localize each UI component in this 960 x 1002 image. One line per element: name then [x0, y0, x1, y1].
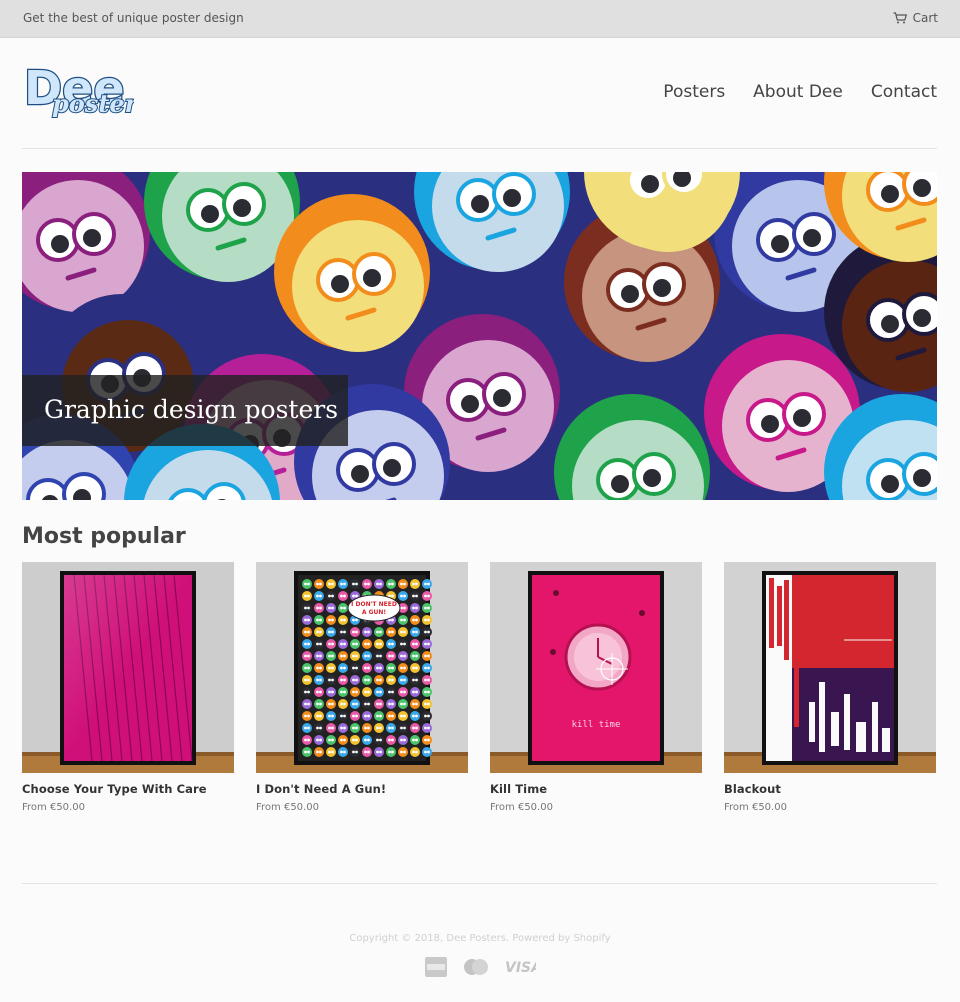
- master-card-icon: [462, 958, 490, 976]
- product-card[interactable]: I DON'T NEED A GUN! I Don't Need A Gun! …: [256, 562, 468, 813]
- announcement-bar: Get the best of unique poster design Car…: [0, 0, 960, 38]
- product-image[interactable]: I DON'T NEED A GUN!: [256, 562, 468, 773]
- footer-divider: [22, 883, 937, 884]
- product-price: From €50.00: [256, 802, 319, 813]
- product-grid: Choose Your Type With Care From €50.00 I…: [22, 562, 937, 822]
- section-title: Most popular: [22, 524, 186, 549]
- svg-text:kill time: kill time: [572, 720, 621, 730]
- product-title[interactable]: Blackout: [724, 782, 936, 796]
- nav-about-dee[interactable]: About Dee: [753, 82, 843, 102]
- hero-caption: Graphic design posters: [44, 395, 339, 424]
- product-card[interactable]: Choose Your Type With Care From €50.00: [22, 562, 234, 813]
- product-price: From €50.00: [490, 802, 553, 813]
- payment-icons: VISA: [0, 956, 960, 978]
- product-image[interactable]: kill time: [490, 562, 702, 773]
- svg-text:A GUN!: A GUN!: [362, 609, 386, 616]
- product-title[interactable]: I Don't Need A Gun!: [256, 782, 468, 796]
- american-express-icon: [424, 956, 448, 978]
- svg-text:VISA: VISA: [505, 960, 536, 975]
- announcement-message: Get the best of unique poster design: [23, 11, 244, 25]
- visa-icon: VISA: [504, 959, 536, 975]
- hero-banner[interactable]: Graphic design posters: [22, 172, 937, 500]
- cart-label: Cart: [912, 11, 938, 25]
- nav-posters[interactable]: Posters: [663, 82, 725, 102]
- cart-link[interactable]: Cart: [893, 11, 938, 25]
- logo-text-posters: posters: [52, 89, 134, 118]
- product-title[interactable]: Choose Your Type With Care: [22, 782, 234, 796]
- header-divider: [22, 148, 937, 149]
- hero-caption-box: Graphic design posters: [22, 375, 348, 446]
- product-image[interactable]: [22, 562, 234, 773]
- hero-faces-illustration: [22, 172, 937, 500]
- cart-icon: [893, 12, 907, 24]
- copyright-text: Copyright © 2018, Dee Posters. Powered b…: [349, 933, 611, 944]
- product-price: From €50.00: [724, 802, 787, 813]
- product-card[interactable]: kill time Kill Time From €50.00: [490, 562, 702, 813]
- svg-text:I DON'T NEED: I DON'T NEED: [351, 601, 397, 608]
- product-image[interactable]: [724, 562, 936, 773]
- product-title[interactable]: Kill Time: [490, 782, 702, 796]
- product-price: From €50.00: [22, 802, 85, 813]
- site-logo[interactable]: Dee posters: [22, 58, 153, 126]
- product-card[interactable]: Blackout From €50.00: [724, 562, 936, 813]
- nav-contact[interactable]: Contact: [871, 82, 937, 102]
- main-nav: Posters About Dee Contact: [663, 82, 937, 102]
